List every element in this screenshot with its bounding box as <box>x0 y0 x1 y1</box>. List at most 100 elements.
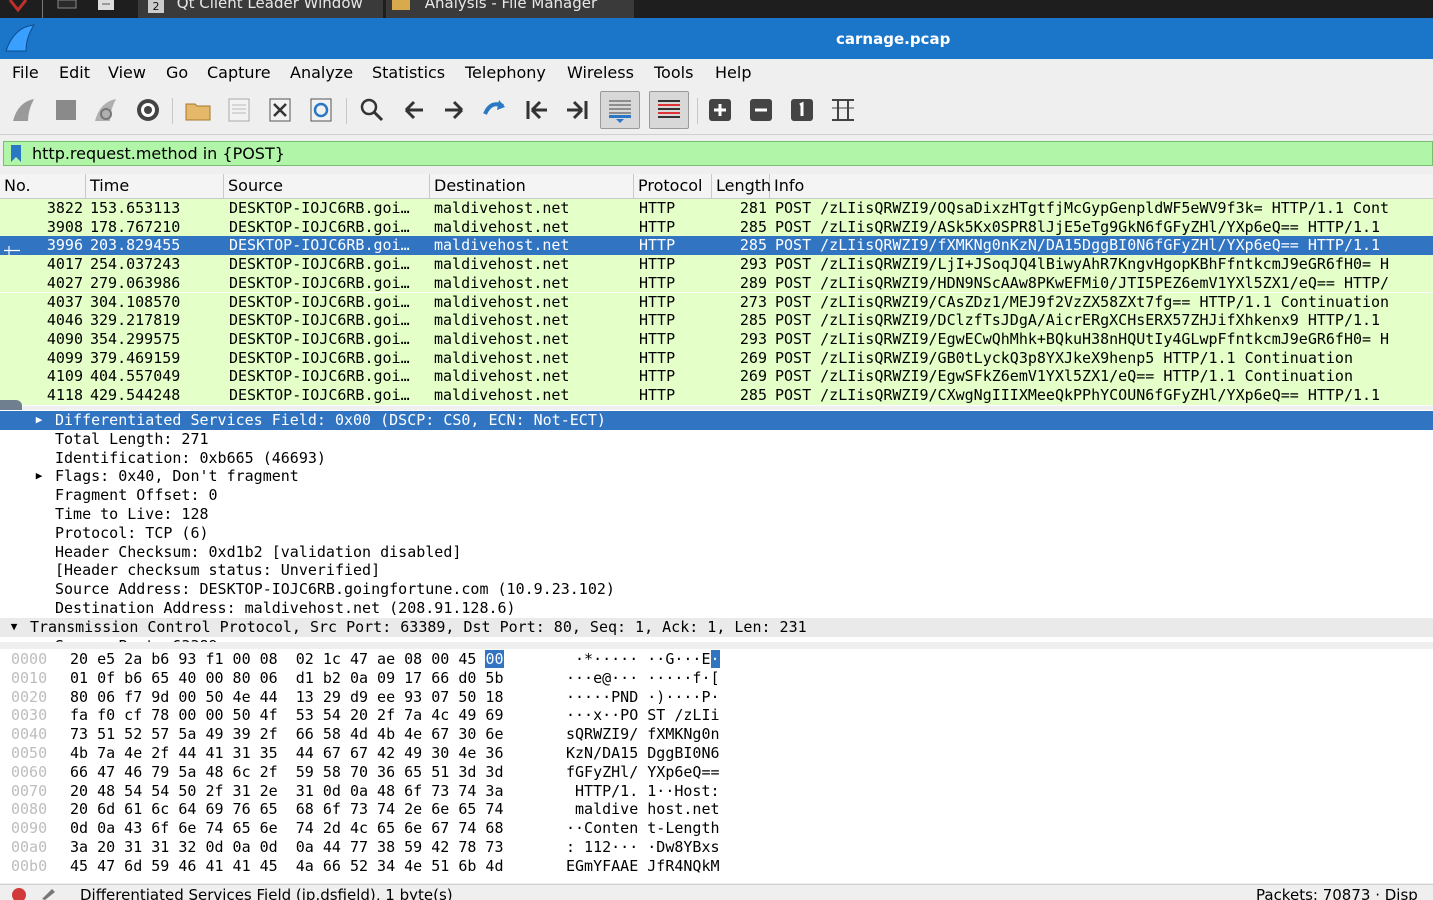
column-header-source[interactable]: Source <box>224 174 430 198</box>
packet-list-header: No. Time Source Destination Protocol Len… <box>0 174 1433 199</box>
status-packet-count: Packets: 70873 · Disp <box>1256 886 1418 900</box>
menu-view[interactable]: View <box>108 63 146 82</box>
restart-icon[interactable] <box>90 94 122 126</box>
bytes-hex: 20 6d 61 6c 64 69 76 65 68 6f 73 74 2e 6… <box>70 800 504 819</box>
editor-icon[interactable] <box>96 0 118 18</box>
detail-row[interactable]: Destination Address: maldivehost.net (20… <box>0 599 1433 618</box>
column-header-no[interactable]: No. <box>0 174 86 198</box>
packet-row[interactable]: 3822 153.653113 DESKTOP-IOJC6RB.goi… maldiv… <box>0 199 1433 218</box>
display-filter-input[interactable]: http.request.method in {POST} <box>32 144 285 163</box>
column-header-destination[interactable]: Destination <box>430 174 634 198</box>
bytes-row[interactable]: 0070 20 48 54 54 50 2f 31 2e 31 0d 0a 48 … <box>0 782 1433 801</box>
bytes-row[interactable]: 00b0 45 47 6d 59 46 41 41 45 4a 66 52 34 … <box>0 857 1433 876</box>
packet-row[interactable]: 4046 329.217819 DESKTOP-IOJC6RB.goi… maldiv… <box>0 311 1433 330</box>
packet-row[interactable]: 4109 404.557049 DESKTOP-IOJC6RB.goi… maldiv… <box>0 367 1433 386</box>
menu-capture[interactable]: Capture <box>207 63 271 82</box>
bytes-row[interactable]: 0030 fa f0 cf 78 00 00 50 4f 53 54 20 2f … <box>0 706 1433 725</box>
options-gear-icon[interactable] <box>132 94 164 126</box>
packet-row[interactable]: 4099 379.469159 DESKTOP-IOJC6RB.goi… maldiv… <box>0 348 1433 368</box>
menu-statistics[interactable]: Statistics <box>372 63 445 82</box>
menu-tools[interactable]: Tools <box>654 63 693 82</box>
bytes-row[interactable]: 0050 4b 7a 4e 2f 44 41 31 35 44 67 67 42 … <box>0 744 1433 763</box>
packet-cell-time: 254.037243 <box>90 255 181 274</box>
detail-row[interactable]: Header Checksum: 0xd1b2 [validation disa… <box>0 543 1433 562</box>
app-menu-icon[interactable] <box>4 0 32 18</box>
first-packet-icon[interactable] <box>520 94 552 126</box>
bytes-row[interactable]: 0010 01 0f b6 65 40 00 80 06 d1 b2 0a 09 … <box>0 669 1433 688</box>
detail-row-selected[interactable]: ▶ Differentiated Services Field: 0x00 (DS… <box>0 411 1433 430</box>
taskbar-item-qt-client[interactable]: 2 Qt Client Leader Window <box>138 0 383 18</box>
detail-row[interactable]: Protocol: TCP (6) <box>0 524 1433 543</box>
bytes-ascii: ··Conten t-Length <box>566 819 720 838</box>
find-icon[interactable] <box>356 94 388 126</box>
detail-row[interactable]: [Header checksum status: Unverified] <box>0 561 1433 580</box>
menu-wireless[interactable]: Wireless <box>567 63 634 82</box>
bookmark-icon[interactable] <box>9 145 23 162</box>
colorize-icon[interactable] <box>649 91 689 129</box>
expand-arrow-icon[interactable]: ▶ <box>33 467 45 486</box>
resize-columns-icon[interactable] <box>827 94 859 126</box>
normal-size-icon[interactable] <box>786 94 818 126</box>
bytes-row[interactable]: 0080 20 6d 61 6c 64 69 76 65 68 6f 73 74 … <box>0 800 1433 819</box>
bytes-row[interactable]: 0040 73 51 52 57 5a 49 39 2f 66 58 4d 4b … <box>0 725 1433 744</box>
menu-edit[interactable]: Edit <box>59 63 90 82</box>
packet-row[interactable]: 3908 178.767210 DESKTOP-IOJC6RB.goi… maldiv… <box>0 217 1433 237</box>
detail-row[interactable]: Source Address: DESKTOP-IOJC6RB.goingfor… <box>0 580 1433 599</box>
reload-icon[interactable] <box>305 94 337 126</box>
packet-cell-source: DESKTOP-IOJC6RB.goi… <box>229 311 410 330</box>
edit-comment-icon[interactable] <box>40 886 58 900</box>
packet-row[interactable]: 4090 354.299575 DESKTOP-IOJC6RB.goi… maldiv… <box>0 329 1433 349</box>
forward-icon[interactable] <box>438 94 470 126</box>
packet-row[interactable]: 4017 254.037243 DESKTOP-IOJC6RB.goi… maldiv… <box>0 255 1433 274</box>
packet-row[interactable]: 4037 304.108570 DESKTOP-IOJC6RB.goi… maldiv… <box>0 292 1433 312</box>
detail-row[interactable]: ▶ Flags: 0x40, Don't fragment <box>0 467 1433 486</box>
detail-row[interactable]: Fragment Offset: 0 <box>0 486 1433 505</box>
menu-go[interactable]: Go <box>166 63 188 82</box>
packet-cell-source: DESKTOP-IOJC6RB.goi… <box>229 255 410 274</box>
status-field-info: Differentiated Services Field (ip.dsfiel… <box>80 886 453 900</box>
collapse-arrow-icon[interactable]: ▼ <box>8 618 20 637</box>
column-header-protocol[interactable]: Protocol <box>634 174 712 198</box>
bytes-row[interactable]: 00a0 3a 20 31 31 32 0d 0a 0d 0a 44 77 38 … <box>0 838 1433 857</box>
open-folder-icon[interactable] <box>182 94 214 126</box>
expert-info-icon[interactable] <box>12 888 26 900</box>
packet-cell-time: 178.767210 <box>90 217 181 236</box>
column-header-length[interactable]: Length <box>712 174 771 198</box>
stop-icon[interactable] <box>50 94 82 126</box>
shark-fin-start-icon[interactable] <box>8 94 40 126</box>
display-filter-bar[interactable]: http.request.method in {POST} <box>3 141 1433 166</box>
packet-cell-no: 4099 <box>46 348 83 367</box>
bytes-row[interactable]: 0060 66 47 46 79 5a 48 6c 2f 59 58 70 36 … <box>0 763 1433 782</box>
detail-row[interactable]: Time to Live: 128 <box>0 505 1433 524</box>
expand-arrow-icon[interactable]: ▶ <box>33 411 45 430</box>
packet-cell-length: 285 <box>739 386 767 404</box>
last-packet-icon[interactable] <box>562 94 594 126</box>
close-file-icon[interactable] <box>264 94 296 126</box>
back-icon[interactable] <box>398 94 430 126</box>
column-header-info[interactable]: Info <box>770 174 1433 198</box>
menu-file[interactable]: File <box>12 63 39 82</box>
packet-row-selected[interactable]: 3996 203.829455 DESKTOP-IOJC6RB.goi… maldiv… <box>0 236 1433 256</box>
detail-row[interactable]: Total Length: 271 <box>0 430 1433 449</box>
bytes-row[interactable]: 0020 80 06 f7 9d 00 50 4e 44 13 29 d9 ee … <box>0 688 1433 707</box>
terminal-icon[interactable] <box>56 0 78 18</box>
bytes-row[interactable]: 0000 20 e5 2a b6 93 f1 00 08 02 1c 47 ae … <box>0 650 1433 669</box>
save-file-icon[interactable] <box>223 94 255 126</box>
packet-row[interactable]: 4027 279.063986 DESKTOP-IOJC6RB.goi… maldiv… <box>0 273 1433 293</box>
auto-scroll-icon[interactable] <box>600 91 640 129</box>
column-header-time[interactable]: Time <box>86 174 224 198</box>
taskbar-item-file-manager[interactable]: Analysis - File Manager <box>386 0 634 18</box>
go-to-packet-icon[interactable] <box>479 94 511 126</box>
bytes-row[interactable]: 0090 0d 0a 43 6f 6e 74 65 6e 74 2d 4c 65 … <box>0 819 1433 838</box>
zoom-out-icon[interactable] <box>745 94 777 126</box>
zoom-in-icon[interactable] <box>704 94 736 126</box>
detail-row[interactable]: ▼ Transmission Control Protocol, Src Port… <box>0 617 1433 637</box>
menu-telephony[interactable]: Telephony <box>465 63 546 82</box>
detail-row[interactable]: Source Port: 63389 <box>0 637 1433 642</box>
menu-help[interactable]: Help <box>715 63 751 82</box>
menu-analyze[interactable]: Analyze <box>290 63 353 82</box>
packet-row[interactable]: 4118 429.544248 DESKTOP-IOJC6RB.goi… maldiv… <box>0 386 1433 405</box>
pane-splitter[interactable] <box>0 643 1433 648</box>
bytes-ascii-selected: · <box>710 650 720 668</box>
detail-row[interactable]: Identification: 0xb665 (46693) <box>0 449 1433 468</box>
